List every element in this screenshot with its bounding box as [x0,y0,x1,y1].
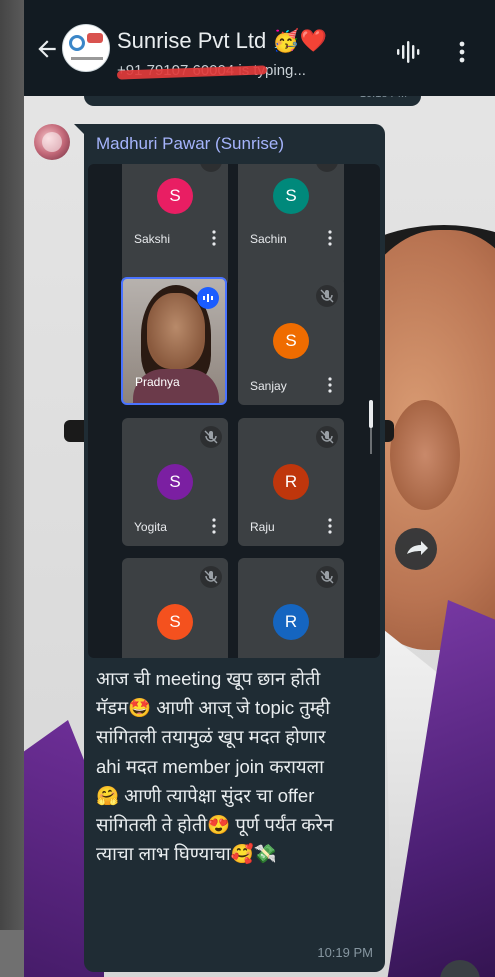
avatar-flower [42,132,62,152]
mic-off-icon [200,566,222,588]
participant-initial: R [273,464,309,500]
participant-name: Yogita [134,520,167,534]
more-vert-icon [212,518,216,534]
mic-off-icon [316,426,338,448]
more-vert-icon[interactable] [452,40,472,64]
participant-name: Sanjay [250,379,287,393]
logo-mark [87,33,103,43]
participant-name: Raju [250,520,275,534]
message-text: आज ची meeting खूप छान होती मॅडम🤩 आणी आज्… [96,668,334,865]
speaking-indicator-icon [197,287,219,309]
forward-icon[interactable] [395,528,437,570]
scrollbar-track [370,428,372,454]
chat-header: Sunrise Pvt Ltd 🥳❤️ +91 79107 60004 is t… [24,0,495,96]
screen-edge-left [0,0,24,977]
participant-initial: R [273,604,309,640]
participant-initial: S [157,178,193,214]
participant-tile: S Sakshi [122,164,228,286]
more-vert-icon [328,518,332,534]
participant-tile: S Sanjay [238,277,344,405]
group-avatar[interactable] [62,24,110,72]
sender-name[interactable]: Madhuri Pawar (Sunrise) [96,134,284,154]
participant-initial: S [273,178,309,214]
participant-tile: S Sachin [238,164,344,286]
participant-tile: S Yogita [122,418,228,546]
meeting-screenshot[interactable]: S Sakshi S Sachin Pradnya S Sanjay S Yog… [88,164,380,658]
logo-text-line [71,57,103,60]
more-vert-icon [212,230,216,246]
participant-tile: R [238,558,344,658]
mic-off-icon [316,285,338,307]
mic-off-icon [316,164,338,172]
participant-tile-self: Pradnya [121,277,227,405]
audio-wave-icon[interactable] [396,40,422,64]
chat-title[interactable]: Sunrise Pvt Ltd 🥳❤️ [117,28,327,54]
logo-ring [69,35,85,51]
participant-initial: S [157,604,193,640]
participant-tile: R Raju [238,418,344,546]
sender-avatar[interactable] [34,124,70,160]
message-bubble[interactable]: Madhuri Pawar (Sunrise) S Sakshi S Sachi… [84,124,385,972]
participant-tile: S [122,558,228,658]
participant-name: Pradnya [135,375,180,389]
participant-name: Sakshi [134,232,171,246]
arrow-left-icon[interactable] [34,36,60,62]
mic-off-icon [200,164,222,172]
more-vert-icon [328,377,332,393]
message-time: 10:19 PM [317,945,373,960]
scrollbar-thumb [369,400,373,428]
mic-off-icon [200,426,222,448]
more-vert-icon [328,230,332,246]
screen-edge-shadow [0,930,24,977]
participant-initial: S [273,323,309,359]
participant-name: Sachin [250,232,287,246]
participant-initial: S [157,464,193,500]
wallpaper-ear [390,400,460,510]
mic-off-icon [316,566,338,588]
